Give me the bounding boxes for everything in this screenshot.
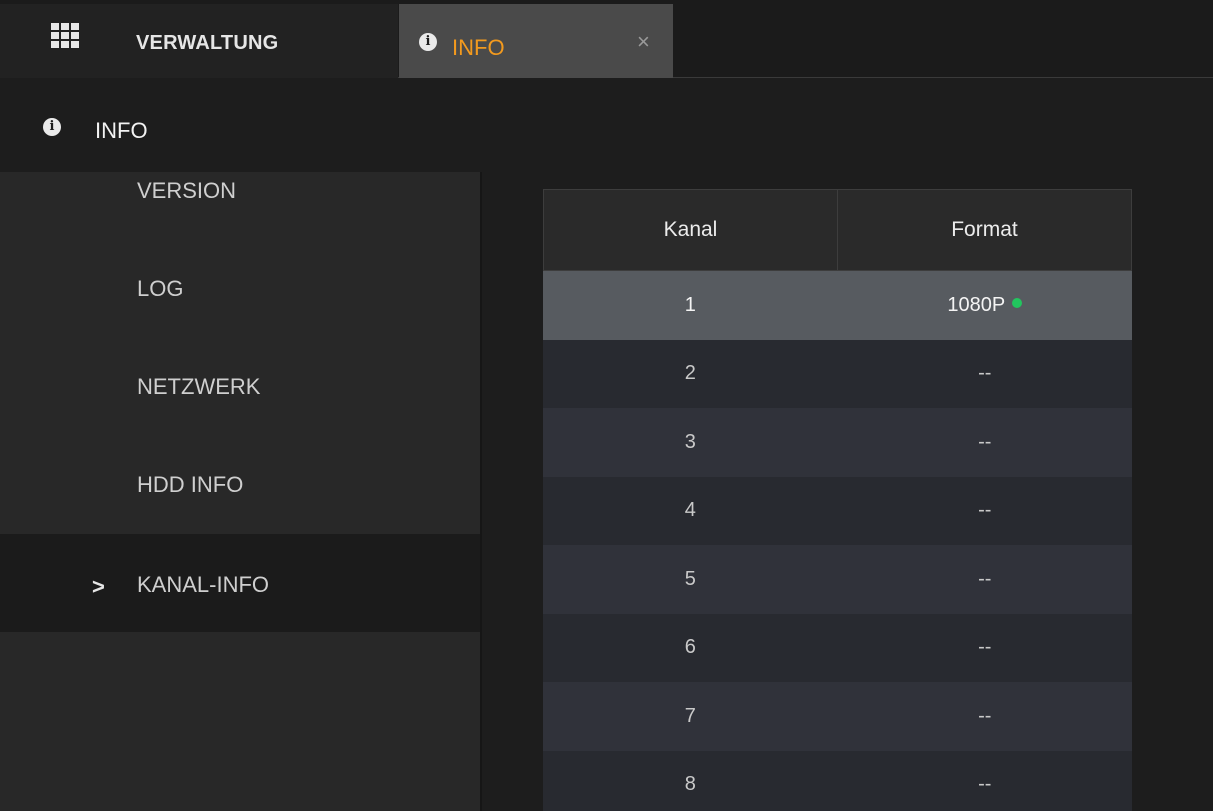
sidebar-item-label: NETZWERK bbox=[137, 374, 261, 399]
channel-number: 6 bbox=[684, 636, 696, 659]
channel-number: 3 bbox=[684, 430, 696, 453]
column-header-kanal: Kanal bbox=[663, 218, 718, 241]
column-header-format: Format bbox=[837, 190, 1131, 270]
table-body: 1 1080P 2 -- 3 -- 4 -- 5 -- 6 -- 7 -- 8 -- bbox=[543, 271, 1132, 811]
channel-cell: 7 bbox=[543, 705, 838, 728]
sidebar-divider bbox=[480, 172, 482, 811]
table-row[interactable]: 8 -- bbox=[543, 750, 1133, 811]
format-cell: -- bbox=[838, 362, 1133, 385]
channel-info-table: Kanal Format 1 1080P 2 -- 3 -- 4 -- 5 -- 6 -- 7 -- 8 -- bbox=[543, 189, 1132, 811]
channel-cell: 8 bbox=[543, 773, 838, 796]
sidebar-item-label: VERSION bbox=[137, 178, 237, 203]
grid-icon[interactable] bbox=[51, 23, 80, 48]
sidebar-item-netzwerk[interactable]: NETZWERK bbox=[0, 368, 480, 466]
table-row[interactable]: 2 -- bbox=[543, 339, 1133, 408]
format-cell: -- bbox=[838, 773, 1133, 796]
chevron-right-icon: > bbox=[92, 574, 105, 599]
format-value: -- bbox=[978, 704, 992, 727]
table-header: Kanal Format bbox=[543, 189, 1132, 271]
format-cell: 1080P bbox=[838, 294, 1133, 317]
tab-verwaltung[interactable]: VERWALTUNG bbox=[0, 4, 398, 78]
channel-cell: 2 bbox=[543, 362, 838, 385]
top-tab-bar: VERWALTUNG i INFO × bbox=[0, 0, 1213, 78]
channel-number: 7 bbox=[684, 704, 696, 727]
channel-number: 8 bbox=[684, 773, 696, 796]
close-icon[interactable]: × bbox=[637, 31, 650, 53]
sidebar-item-log[interactable]: LOG bbox=[0, 270, 480, 368]
format-cell: -- bbox=[838, 499, 1133, 522]
channel-cell: 5 bbox=[543, 568, 838, 591]
channel-number: 1 bbox=[684, 293, 696, 316]
format-cell: -- bbox=[838, 705, 1133, 728]
sidebar-item-label: HDD INFO bbox=[137, 472, 244, 497]
info-icon: i bbox=[43, 118, 61, 136]
page-title: INFO bbox=[95, 118, 148, 143]
tab-info[interactable]: i INFO × bbox=[399, 4, 673, 78]
format-value: -- bbox=[978, 362, 992, 385]
table-row[interactable]: 3 -- bbox=[543, 408, 1132, 477]
info-icon: i bbox=[419, 33, 437, 51]
table-row[interactable]: 6 -- bbox=[543, 613, 1133, 682]
tab-verwaltung-label: VERWALTUNG bbox=[136, 32, 279, 54]
channel-cell: 3 bbox=[543, 431, 838, 454]
format-value: -- bbox=[978, 773, 992, 796]
channel-number: 4 bbox=[684, 499, 696, 522]
sidebar-item-label: KANAL-INFO bbox=[137, 572, 270, 597]
channel-number: 5 bbox=[684, 567, 696, 590]
channel-cell: 4 bbox=[543, 499, 838, 522]
format-cell: -- bbox=[838, 431, 1133, 454]
channel-cell: 6 bbox=[543, 636, 838, 659]
table-row[interactable]: 5 -- bbox=[543, 545, 1132, 614]
channel-cell: 1 bbox=[543, 294, 838, 317]
tab-info-label: INFO bbox=[452, 35, 505, 60]
format-value: -- bbox=[978, 636, 992, 659]
table-row[interactable]: 1 1080P bbox=[543, 271, 1132, 340]
sidebar-item-version[interactable]: VERSION bbox=[0, 172, 480, 270]
sidebar: VERSION LOG NETZWERK HDD INFO > KANAL-IN… bbox=[0, 172, 480, 811]
format-value: -- bbox=[978, 567, 992, 590]
page-header: i INFO bbox=[0, 78, 1213, 172]
sidebar-item-label: LOG bbox=[137, 276, 184, 301]
table-row[interactable]: 4 -- bbox=[543, 476, 1133, 545]
format-value: -- bbox=[978, 430, 992, 453]
format-value: 1080P bbox=[947, 293, 1006, 316]
status-dot-icon bbox=[1012, 298, 1023, 309]
sidebar-item-kanal-info[interactable]: > KANAL-INFO bbox=[0, 534, 480, 632]
channel-number: 2 bbox=[684, 362, 696, 385]
format-cell: -- bbox=[838, 636, 1133, 659]
format-cell: -- bbox=[838, 568, 1133, 591]
table-row[interactable]: 7 -- bbox=[543, 682, 1132, 751]
format-value: -- bbox=[978, 499, 992, 522]
